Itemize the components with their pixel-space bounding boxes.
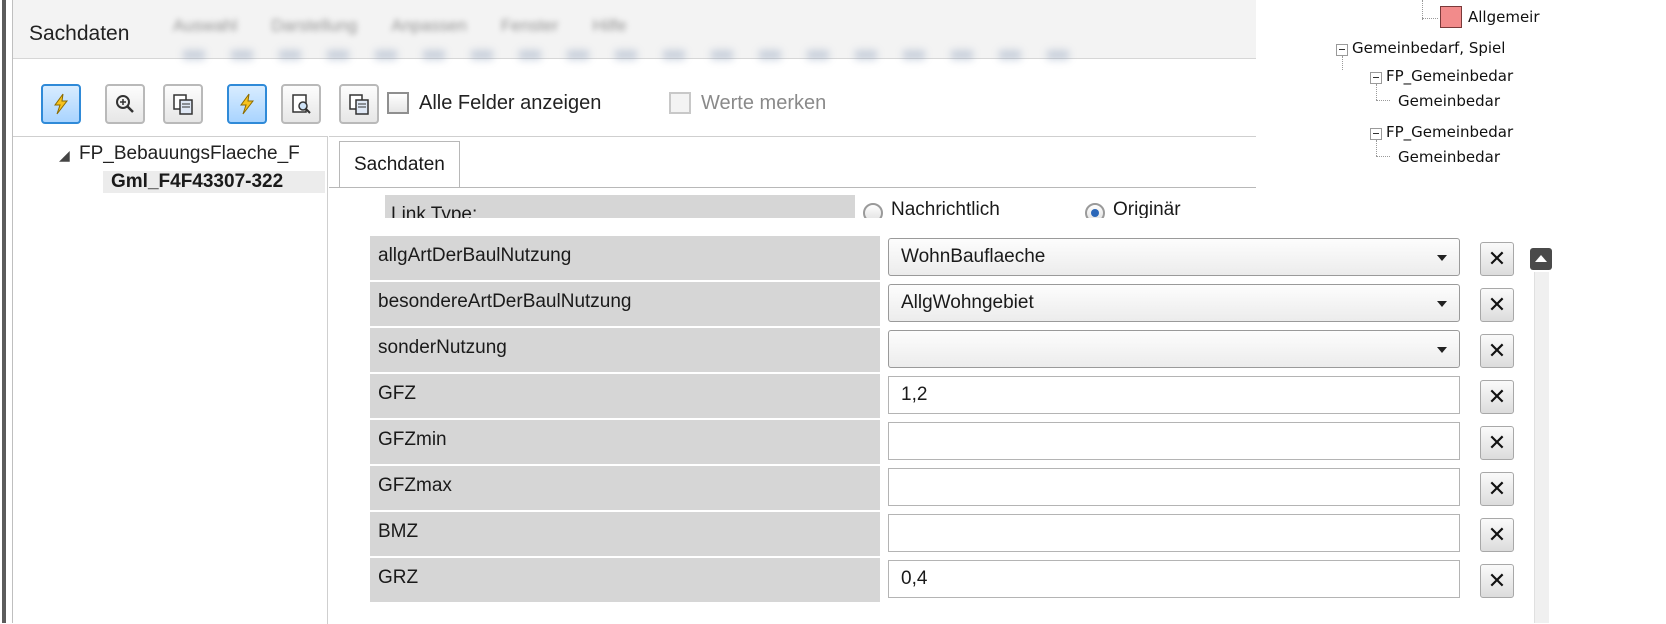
collapse-icon[interactable] (1370, 128, 1382, 140)
layer-tree-panel: Allgemeir Gemeinbedarf, Spiel FP_Gemeinb… (1256, 0, 1666, 218)
attribute-input[interactable]: 1,2 (888, 376, 1460, 414)
title-bar: Sachdaten Auswahl Darstellung Anpassen Fens… (13, 0, 1343, 60)
layer-group[interactable]: Gemeinbedarf, Spiel (1352, 39, 1505, 57)
collapse-icon[interactable] (1370, 72, 1382, 84)
tab-divider (329, 187, 1343, 188)
tree-child-item[interactable]: Gml_F4F43307-322 (103, 171, 325, 193)
attribute-row: BMZ ✕ (370, 512, 1532, 558)
lightning-icon (240, 93, 255, 115)
dropdown-arrow-icon (1437, 301, 1447, 307)
attribute-row: GFZmax ✕ (370, 466, 1532, 512)
attribute-select[interactable]: WohnBauflaeche (888, 238, 1460, 276)
lightning-select-button[interactable] (227, 84, 267, 124)
attribute-input[interactable] (888, 468, 1460, 506)
attribute-select[interactable]: AllgWohngebiet (888, 284, 1460, 322)
find-document-button[interactable] (281, 84, 321, 124)
lightning-tool-button[interactable] (41, 84, 81, 124)
attribute-row: besondereArtDerBaulNutzung AllgWohngebie… (370, 282, 1532, 328)
expand-arrow-icon[interactable]: ◢ (59, 147, 70, 164)
tree-root-item[interactable]: FP_BebauungsFlaeche_F (79, 143, 323, 165)
clear-button[interactable]: ✕ (1480, 288, 1514, 322)
attribute-row: GRZ 0,4 ✕ (370, 558, 1532, 604)
remember-values-checkbox[interactable] (669, 92, 691, 114)
clear-button[interactable]: ✕ (1480, 518, 1514, 552)
layer-item[interactable]: Allgemeir (1468, 8, 1540, 26)
attribute-value: 0,4 (901, 568, 928, 589)
lightning-icon (54, 93, 69, 115)
feature-tree-panel: ◢ FP_BebauungsFlaeche_F Gml_F4F43307-322 (13, 136, 328, 624)
layer-item[interactable]: Gemeinbedar (1398, 92, 1500, 110)
attribute-row: GFZmin ✕ (370, 420, 1532, 466)
collapse-icon[interactable] (1336, 44, 1348, 56)
paste-icon (349, 94, 369, 115)
attribute-select[interactable] (888, 330, 1460, 368)
attribute-input[interactable] (888, 514, 1460, 552)
layer-item[interactable]: Gemeinbedar (1398, 148, 1500, 166)
layer-subgroup[interactable]: FP_Gemeinbedar (1386, 123, 1513, 141)
dropdown-arrow-icon (1437, 255, 1447, 261)
attribute-value: 1,2 (901, 384, 928, 405)
scrollbar-track[interactable] (1534, 272, 1549, 623)
scroll-up-button[interactable] (1530, 248, 1552, 270)
legend-swatch (1440, 6, 1462, 28)
show-all-fields-label: Alle Felder anzeigen (419, 92, 602, 114)
attribute-label: BMZ (370, 512, 880, 556)
document-search-icon (292, 94, 311, 114)
attribute-table: allgArtDerBaulNutzung WohnBauflaeche ✕ b… (370, 218, 1666, 623)
blurred-toolbar (183, 50, 1083, 60)
show-all-fields-checkbox[interactable] (387, 92, 409, 114)
clear-button[interactable]: ✕ (1480, 380, 1514, 414)
clear-button[interactable]: ✕ (1480, 564, 1514, 598)
attribute-label: sonderNutzung (370, 328, 880, 372)
attribute-value: WohnBauflaeche (901, 246, 1046, 267)
attribute-label: GFZ (370, 374, 880, 418)
attribute-value: AllgWohngebiet (901, 292, 1034, 313)
attribute-label: GFZmin (370, 420, 880, 464)
attribute-input[interactable] (888, 422, 1460, 460)
attribute-label: GRZ (370, 558, 880, 602)
attribute-label: GFZmax (370, 466, 880, 510)
attribute-row: GFZ 1,2 ✕ (370, 374, 1532, 420)
magnifier-icon (116, 95, 134, 113)
blurred-menu-bar: Auswahl Darstellung Anpassen Fenster Hilfe (173, 16, 627, 35)
attribute-input[interactable]: 0,4 (888, 560, 1460, 598)
tab-sachdaten[interactable]: Sachdaten (339, 141, 460, 188)
copy-button[interactable] (163, 84, 203, 124)
attribute-row: sonderNutzung ✕ (370, 328, 1532, 374)
clear-button[interactable]: ✕ (1480, 242, 1514, 276)
clear-button[interactable]: ✕ (1480, 334, 1514, 368)
clear-button[interactable]: ✕ (1480, 426, 1514, 460)
copy-icon (173, 94, 193, 115)
paste-button[interactable] (339, 84, 379, 124)
window-title: Sachdaten (29, 22, 130, 45)
attribute-label: allgArtDerBaulNutzung (370, 236, 880, 280)
clear-button[interactable]: ✕ (1480, 472, 1514, 506)
layer-subgroup[interactable]: FP_Gemeinbedar (1386, 67, 1513, 85)
zoom-button[interactable] (105, 84, 145, 124)
toolbar: Alle Felder anzeigen Werte merken (13, 72, 1343, 136)
dropdown-arrow-icon (1437, 347, 1447, 353)
remember-values-label: Werte merken (701, 92, 827, 114)
attribute-row: allgArtDerBaulNutzung WohnBauflaeche ✕ (370, 236, 1532, 282)
attribute-label: besondereArtDerBaulNutzung (370, 282, 880, 326)
